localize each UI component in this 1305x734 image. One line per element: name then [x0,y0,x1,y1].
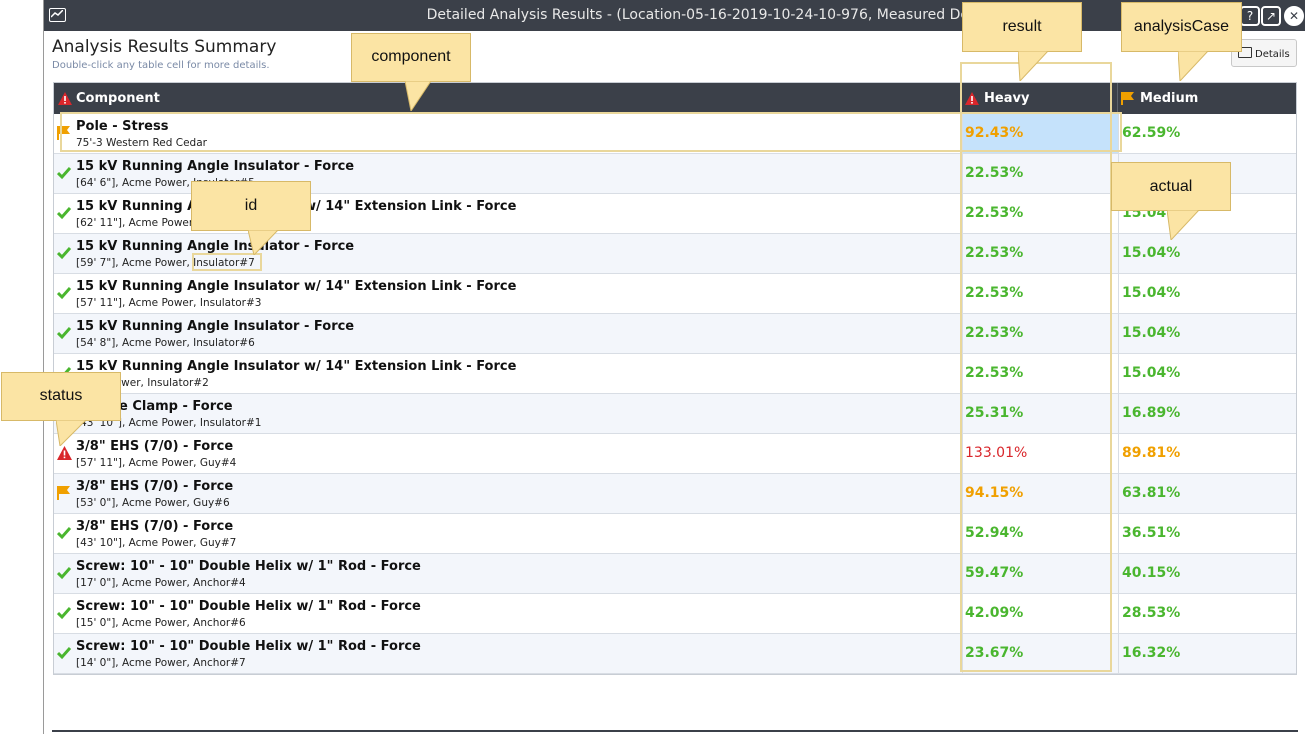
callout-pointer [405,81,431,111]
column-header-component[interactable]: Component [76,91,160,106]
medium-result-cell[interactable]: 36.51% [1118,514,1298,553]
component-detail: [53' 0"], Acme Power, Guy#6 [76,497,230,509]
id-highlight [192,253,262,271]
check-icon [56,565,73,581]
component-name[interactable]: 15 kV Running Angle Insulator w/ 14" Ext… [76,359,516,374]
close-icon[interactable]: ✕ [1284,6,1304,26]
medium-result-cell[interactable]: 15.04% [1118,354,1298,393]
component-detail: [57' 11"], Acme Power, Guy#4 [76,457,237,469]
analysis-case-callout: analysisCase [1121,2,1242,52]
medium-result-cell[interactable]: 16.89% [1118,394,1298,433]
help-icon[interactable]: ? [1240,6,1260,26]
callout-pointer [1178,51,1208,81]
callout-pointer [56,420,86,446]
title-bar[interactable]: Detailed Analysis Results - (Location-05… [44,0,1305,31]
component-callout: component [351,33,471,82]
column-header-medium[interactable]: Medium [1140,91,1198,106]
medium-result-cell[interactable]: 62.59% [1118,114,1298,153]
component-name[interactable]: 15 kV Running Angle Insulator - Force [76,319,354,334]
component-detail: [57' 11"], Acme Power, Insulator#3 [76,297,262,309]
component-name[interactable]: 15 kV Running Angle Insulator w/ 14" Ext… [76,279,516,294]
actual-callout: actual [1111,162,1231,211]
component-name[interactable]: 3/8" EHS (7/0) - Force [76,479,233,494]
check-icon [56,605,73,621]
component-detail: [43' 10"], Acme Power, Guy#7 [76,537,237,549]
id-callout: id [191,181,311,231]
component-name[interactable]: Screw: 10" - 10" Double Helix w/ 1" Rod … [76,559,421,574]
component-detail: [15' 0"], Acme Power, Anchor#6 [76,617,246,629]
check-icon [56,245,73,261]
component-detail: [54' 8"], Acme Power, Insulator#6 [76,337,255,349]
medium-result-cell[interactable]: 15.04% [1118,314,1298,353]
page: Detailed Analysis Results - (Location-05… [0,0,1305,734]
flag-icon [57,485,73,501]
component-name[interactable]: Screw: 10" - 10" Double Helix w/ 1" Rod … [76,599,421,614]
popout-icon[interactable]: ↗ [1261,6,1281,26]
callout-pointer [248,230,278,255]
warning-triangle-icon [57,445,73,461]
page-subtitle: Double-click any table cell for more det… [52,60,270,71]
medium-result-cell[interactable]: 40.15% [1118,554,1298,593]
flag-icon [1121,92,1134,105]
result-highlight [960,62,1112,672]
check-icon [56,285,73,301]
callout-pointer [1167,210,1199,240]
result-callout: result [962,2,1082,52]
medium-result-cell[interactable]: 28.53% [1118,594,1298,633]
check-icon [56,525,73,541]
column-divider[interactable] [1117,83,1118,114]
component-name[interactable]: 3/8" EHS (7/0) - Force [76,519,233,534]
component-name[interactable]: 3/8" EHS (7/0) - Force [76,439,233,454]
check-icon [56,645,73,661]
page-title: Analysis Results Summary [52,37,277,57]
medium-result-cell[interactable]: 63.81% [1118,474,1298,513]
component-detail: [14' 0"], Acme Power, Anchor#7 [76,657,246,669]
callout-pointer [1018,51,1048,81]
check-icon [56,325,73,341]
component-detail: [17' 0"], Acme Power, Anchor#4 [76,577,246,589]
analysis-results-window: Detailed Analysis Results - (Location-05… [43,0,1305,734]
window-title: Detailed Analysis Results - (Location-05… [426,7,1004,23]
details-button-label: Details [1255,49,1290,60]
component-name[interactable]: 15 kV Running Angle Insulator - Force [76,239,354,254]
check-icon [56,165,73,181]
medium-result-cell[interactable]: 16.32% [1118,634,1298,673]
divider [52,730,1298,732]
status-callout: status [1,372,121,421]
component-name[interactable]: Screw: 10" - 10" Double Helix w/ 1" Rod … [76,639,421,654]
medium-result-cell[interactable]: 15.04% [1118,274,1298,313]
component-name[interactable]: 15 kV Running Angle Insulator - Force [76,159,354,174]
medium-result-cell[interactable]: 89.81% [1118,434,1298,473]
medium-result-cell[interactable]: 15.04% [1118,234,1298,273]
check-icon [56,205,73,221]
warning-triangle-icon [58,92,72,105]
